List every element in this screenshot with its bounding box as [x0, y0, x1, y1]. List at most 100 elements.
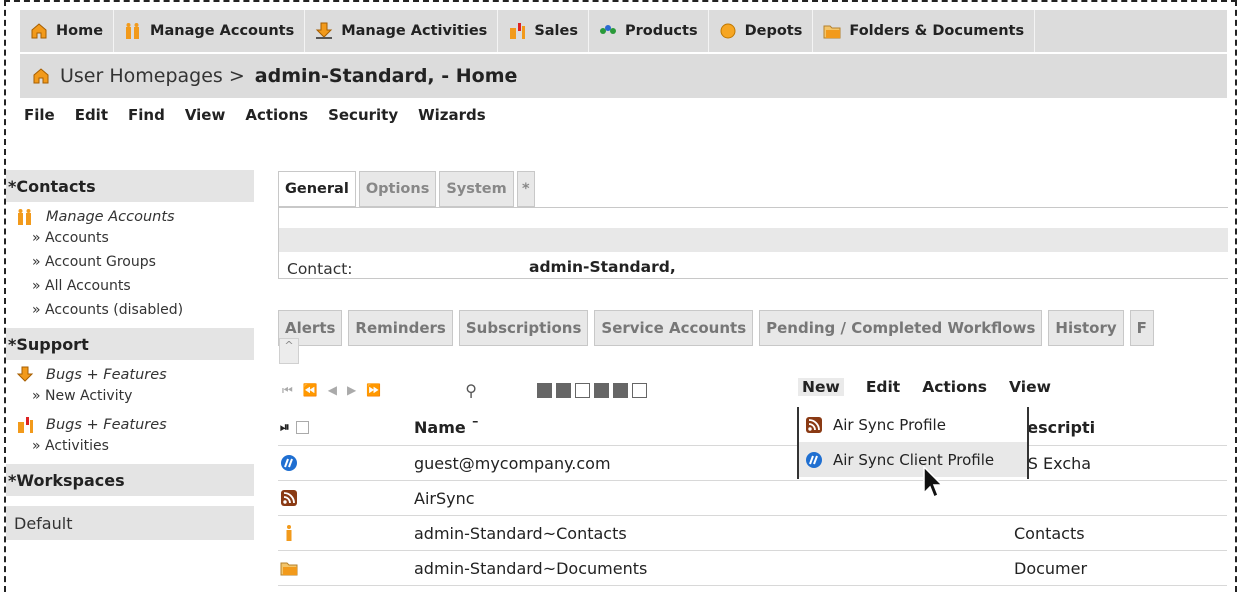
- menu-item-label: Air Sync Profile: [833, 415, 946, 434]
- tab-label: Manage Activities: [341, 23, 488, 39]
- next-icon[interactable]: ▶: [347, 383, 356, 398]
- activities-icon: [316, 22, 333, 39]
- cell-name: admin-Standard~Documents: [414, 558, 648, 578]
- sidebar-group-title[interactable]: Bugs + Features: [16, 416, 254, 434]
- cell-description: MS Excha: [1014, 453, 1092, 473]
- tab-service-accounts[interactable]: Service Accounts: [594, 310, 754, 346]
- sales-icon: [510, 23, 526, 39]
- page-title: admin-Standard, - Home: [254, 65, 518, 87]
- menu-view[interactable]: View: [185, 106, 226, 124]
- cell-description: Contacts: [1014, 523, 1085, 543]
- search-icon[interactable]: ⚲: [465, 381, 477, 400]
- table-row[interactable]: AirSync: [278, 481, 1227, 516]
- sidebar-group-title[interactable]: Manage Accounts: [16, 208, 254, 226]
- select-all-checkbox[interactable]: [295, 421, 309, 434]
- menu-find[interactable]: Find: [128, 106, 165, 124]
- tab-label: Sales: [534, 23, 578, 39]
- contact-value: admin-Standard,: [529, 258, 676, 276]
- panel-strip: [279, 228, 1228, 252]
- sidebar-link-accounts-disabled[interactable]: » Accounts (disabled): [16, 298, 254, 322]
- documents-icon: [280, 562, 298, 576]
- last-page-icon[interactable]: ⏩: [366, 383, 381, 398]
- breadcrumb-link[interactable]: User Homepages >: [60, 65, 245, 87]
- check-icon[interactable]: [612, 382, 628, 398]
- prev-fast-icon[interactable]: ⏪: [303, 383, 318, 398]
- settings-icon[interactable]: [593, 382, 609, 398]
- tab-label: Depots: [744, 23, 803, 39]
- sidebar-group: Bugs + Features » New Activity Bugs + Fe…: [6, 360, 254, 464]
- tab-options[interactable]: Options: [358, 171, 437, 207]
- col-header-description[interactable]: Descripti: [1014, 418, 1227, 437]
- sidebar-link-account-groups[interactable]: » Account Groups: [16, 250, 254, 274]
- prev-icon[interactable]: ◀: [328, 383, 337, 398]
- accounts-icon: [18, 209, 31, 225]
- contact-label: Contact:: [287, 260, 353, 278]
- menu-actions[interactable]: Actions: [245, 106, 308, 124]
- sidebar-section-contacts[interactable]: *Contacts: [6, 170, 254, 202]
- tab-label: Home: [56, 23, 104, 39]
- sidebar-group-label: Bugs + Features: [46, 417, 167, 433]
- depots-icon: [720, 23, 736, 39]
- tab-general[interactable]: General: [278, 171, 356, 207]
- tab-manage-accounts[interactable]: Manage Accounts: [114, 10, 306, 52]
- sidebar-group: Manage Accounts » Accounts » Account Gro…: [6, 202, 254, 328]
- sidebar-link-activities[interactable]: » Activities: [16, 434, 254, 458]
- tab-folders-documents[interactable]: Folders & Documents: [813, 10, 1036, 52]
- sidebar-section-workspaces[interactable]: *Workspaces: [6, 464, 254, 496]
- columns-icon[interactable]: [555, 382, 571, 398]
- menu-security[interactable]: Security: [328, 106, 398, 124]
- table-row[interactable]: admin-Standard~Contacts Contacts: [278, 516, 1227, 551]
- rss-icon: [806, 416, 822, 433]
- toggle-icon[interactable]: [536, 382, 552, 398]
- new-dropdown-menu: Air Sync Profile Air Sync Client Profile: [797, 407, 1029, 479]
- airsync-client-icon: [806, 451, 822, 468]
- tab-more[interactable]: *: [516, 171, 535, 207]
- pager: ⏮ ⏪ ◀ ▶ ⏩: [282, 383, 381, 398]
- menu-item-air-sync-profile[interactable]: Air Sync Profile: [799, 407, 1027, 442]
- sales-icon: [18, 417, 33, 433]
- tab-manage-activities[interactable]: Manage Activities: [305, 10, 499, 52]
- tab-workflows[interactable]: Pending / Completed Workflows: [759, 310, 1043, 346]
- tab-depots[interactable]: Depots: [709, 10, 814, 52]
- tab-history[interactable]: History: [1048, 310, 1124, 346]
- sidebar-group-title[interactable]: Bugs + Features: [16, 366, 254, 384]
- menu-bar: File Edit Find View Actions Security Wiz…: [24, 106, 486, 124]
- sidebar-link-accounts[interactable]: » Accounts: [16, 226, 254, 250]
- menu-edit[interactable]: Edit: [75, 106, 108, 124]
- grid-menu-edit[interactable]: Edit: [866, 378, 900, 396]
- layout-icon[interactable]: [574, 382, 590, 398]
- detail-tabs: General Options System *: [278, 171, 535, 207]
- home-icon: [31, 23, 47, 39]
- grid-menu-new[interactable]: New: [798, 378, 844, 396]
- sidebar-link-new-activity[interactable]: » New Activity: [16, 384, 254, 408]
- sidebar-section-support[interactable]: *Support: [6, 328, 254, 360]
- tab-products[interactable]: Products: [589, 10, 709, 52]
- workspace-default[interactable]: Default: [6, 506, 254, 540]
- tab-sales[interactable]: Sales: [498, 10, 589, 52]
- tab-subscriptions[interactable]: Subscriptions: [458, 310, 589, 346]
- menu-wizards[interactable]: Wizards: [418, 106, 486, 124]
- contact-icon: [286, 525, 292, 541]
- tab-home[interactable]: Home: [20, 10, 115, 52]
- collapse-toggle[interactable]: ^: [279, 338, 299, 364]
- top-navigation: Home Manage Accounts Manage Activities S…: [20, 10, 1227, 52]
- table-row[interactable]: admin-Standard~Documents Documer: [278, 551, 1227, 586]
- tab-truncated[interactable]: F: [1129, 310, 1154, 346]
- grid-view-icons: [536, 382, 647, 398]
- menu-item-air-sync-client-profile[interactable]: Air Sync Client Profile: [799, 442, 1027, 477]
- table-row[interactable]: guest@mycompany.com MS Excha: [278, 446, 1227, 481]
- first-page-icon[interactable]: ⏮: [282, 383, 293, 398]
- tab-system[interactable]: System: [439, 171, 514, 207]
- menu-file[interactable]: File: [24, 106, 55, 124]
- list-icon[interactable]: [631, 382, 647, 398]
- tab-reminders[interactable]: Reminders: [348, 310, 453, 346]
- expand-icon[interactable]: ⏯: [280, 420, 290, 435]
- grid-menu-view[interactable]: View: [1009, 378, 1051, 396]
- grid-menu-actions[interactable]: Actions: [922, 378, 987, 396]
- reference-tabs: Alerts Reminders Subscriptions Service A…: [278, 310, 1227, 346]
- rss-icon: [281, 490, 297, 506]
- airsync-client-icon: [281, 455, 297, 471]
- grid-menu: New Edit Actions View: [798, 378, 1051, 396]
- tab-label: Products: [624, 23, 698, 39]
- sidebar-link-all-accounts[interactable]: » All Accounts: [16, 274, 254, 298]
